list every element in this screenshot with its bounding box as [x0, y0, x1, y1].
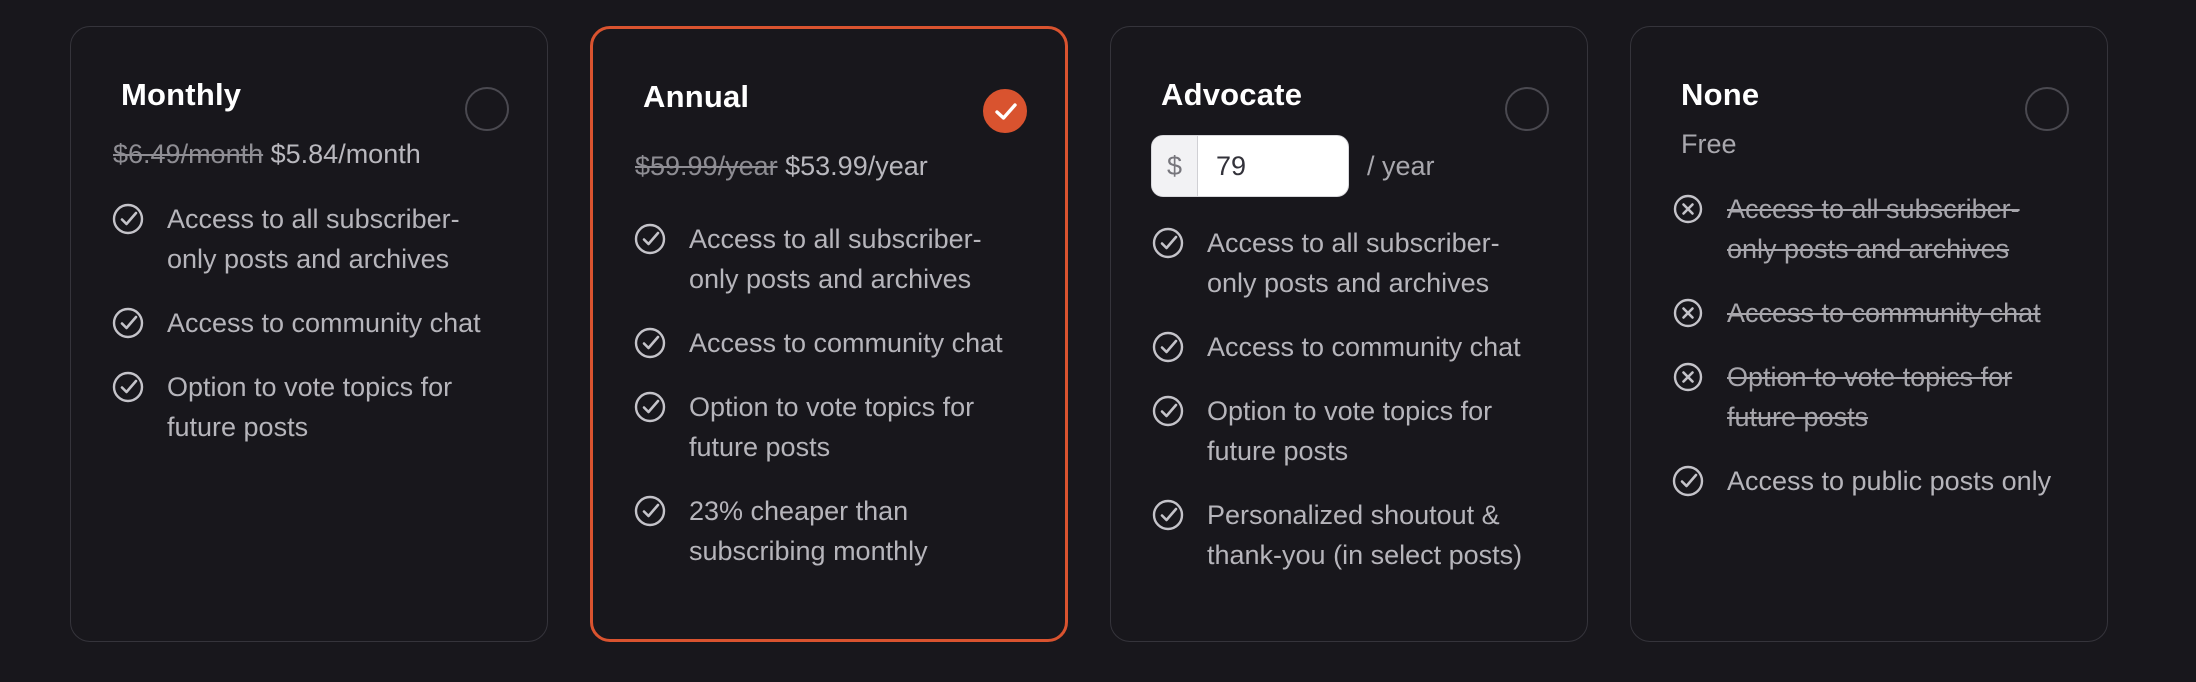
currency-prefix: $	[1152, 136, 1198, 196]
plan-card-annual[interactable]: Annual $59.99/year $53.99/year Access to…	[590, 26, 1068, 642]
custom-amount-row: $ / year	[1151, 135, 1435, 197]
feature-list: Access to all subscriber-only posts and …	[1671, 189, 2087, 525]
check-circle-icon	[634, 223, 666, 255]
feature-item: Option to vote topics for future posts	[633, 387, 1045, 467]
feature-item-excluded: Access to all subscriber-only posts and …	[1671, 189, 2087, 269]
check-circle-icon	[1152, 331, 1184, 363]
check-circle-icon	[634, 495, 666, 527]
check-circle-icon	[112, 307, 144, 339]
feature-text: Access to all subscriber-only posts and …	[1727, 194, 2020, 264]
feature-text: Option to vote topics for future posts	[689, 392, 975, 462]
feature-text: Access to community chat	[1207, 332, 1521, 362]
plan-title: None	[1681, 77, 1760, 112]
check-circle-icon	[112, 203, 144, 235]
feature-item: Option to vote topics for future posts	[111, 367, 527, 447]
check-circle-icon	[1152, 227, 1184, 259]
x-circle-icon	[1673, 298, 1703, 328]
feature-item: Access to all subscriber-only posts and …	[633, 219, 1045, 299]
amount-field[interactable]: $	[1151, 135, 1349, 197]
feature-text: 23% cheaper than subscribing monthly	[689, 496, 928, 566]
feature-text: Access to all subscriber-only posts and …	[1207, 228, 1500, 298]
feature-text: Option to vote topics for future posts	[1727, 362, 2013, 432]
check-circle-icon	[1672, 465, 1704, 497]
feature-item-excluded: Option to vote topics for future posts	[1671, 357, 2087, 437]
check-circle-icon	[1152, 499, 1184, 531]
feature-text: Access to public posts only	[1727, 466, 2052, 496]
plan-selector: Monthly $6.49/month $5.84/month Access t…	[70, 26, 2110, 646]
feature-text: Access to community chat	[1727, 298, 2041, 328]
plan-price-free: Free	[1681, 129, 1737, 159]
feature-item: Access to public posts only	[1671, 461, 2087, 501]
feature-item: Personalized shoutout & thank-you (in se…	[1151, 495, 1567, 575]
x-circle-icon	[1673, 194, 1703, 224]
plan-price: $59.99/year $53.99/year	[635, 151, 928, 182]
feature-list: Access to all subscriber-only posts and …	[111, 199, 527, 471]
feature-item: Access to all subscriber-only posts and …	[1151, 223, 1567, 303]
radio-checked-icon[interactable]	[983, 89, 1027, 133]
plan-card-none[interactable]: None Free Access to all subscriber-only …	[1630, 26, 2108, 642]
plan-title: Advocate	[1161, 77, 1303, 112]
feature-text: Option to vote topics for future posts	[167, 372, 453, 442]
discounted-price: $5.84/month	[270, 139, 421, 169]
feature-item: Access to all subscriber-only posts and …	[111, 199, 527, 279]
check-circle-icon	[634, 391, 666, 423]
radio-unchecked-icon[interactable]	[1505, 87, 1549, 131]
x-circle-icon	[1673, 362, 1703, 392]
feature-item: Access to community chat	[111, 303, 527, 343]
original-price: $59.99/year	[635, 151, 778, 181]
feature-list: Access to all subscriber-only posts and …	[1151, 223, 1567, 599]
feature-list: Access to all subscriber-only posts and …	[633, 219, 1045, 595]
check-circle-icon	[1152, 395, 1184, 427]
feature-text: Access to community chat	[167, 308, 481, 338]
discounted-price: $53.99/year	[785, 151, 928, 181]
feature-item: Access to community chat	[633, 323, 1045, 363]
plan-price: $6.49/month $5.84/month	[113, 139, 421, 170]
radio-unchecked-icon[interactable]	[2025, 87, 2069, 131]
plan-title: Annual	[643, 79, 750, 114]
radio-unchecked-icon[interactable]	[465, 87, 509, 131]
check-circle-icon	[634, 327, 666, 359]
plan-card-monthly[interactable]: Monthly $6.49/month $5.84/month Access t…	[70, 26, 548, 642]
feature-item: Option to vote topics for future posts	[1151, 391, 1567, 471]
feature-item: Access to community chat	[1151, 327, 1567, 367]
check-circle-icon	[112, 371, 144, 403]
plan-card-advocate[interactable]: Advocate $ / year Access to all subscrib…	[1110, 26, 1588, 642]
feature-text: Access to all subscriber-only posts and …	[167, 204, 460, 274]
feature-text: Personalized shoutout & thank-you (in se…	[1207, 500, 1523, 570]
feature-text: Access to community chat	[689, 328, 1003, 358]
original-price: $6.49/month	[113, 139, 264, 169]
amount-input[interactable]	[1198, 149, 1348, 183]
feature-text: Option to vote topics for future posts	[1207, 396, 1493, 466]
checkmark-icon	[995, 103, 1017, 120]
period-label: / year	[1367, 150, 1435, 181]
feature-item: 23% cheaper than subscribing monthly	[633, 491, 1045, 571]
plan-title: Monthly	[121, 77, 242, 112]
feature-item-excluded: Access to community chat	[1671, 293, 2087, 333]
feature-text: Access to all subscriber-only posts and …	[689, 224, 982, 294]
